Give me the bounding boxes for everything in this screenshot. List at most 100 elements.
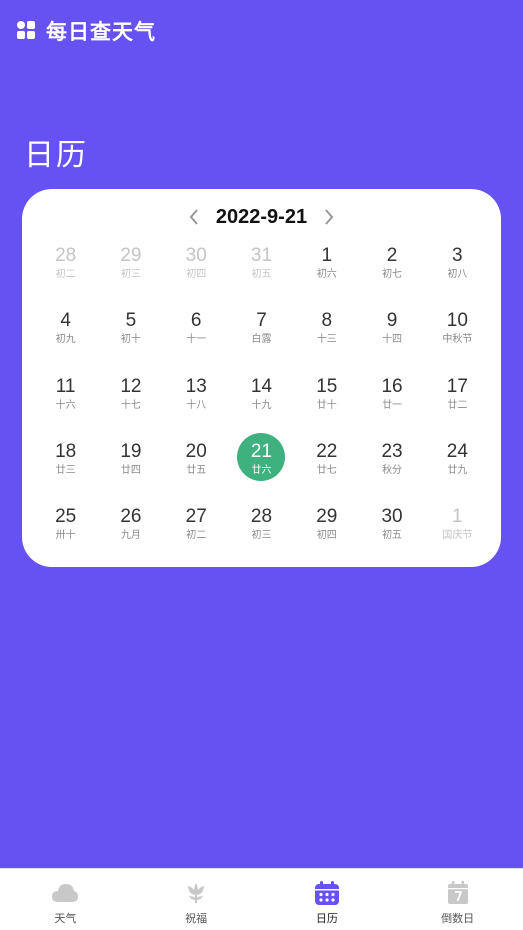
day-number: 28: [55, 245, 77, 266]
calendar-day[interactable]: 25 卅十: [33, 498, 98, 563]
calendar-day[interactable]: 22 廿七: [294, 433, 359, 498]
lunar-date: 九月: [120, 530, 141, 542]
lunar-date: 十三: [316, 334, 337, 346]
calendar-day[interactable]: 23 秋分: [359, 433, 424, 498]
tab-label: 日历: [315, 912, 338, 925]
calendar-day[interactable]: 17 廿二: [425, 368, 490, 433]
day-number: 10: [446, 310, 468, 332]
calendar-day[interactable]: 20 廿五: [164, 433, 229, 498]
lunar-date: 初九: [55, 334, 76, 346]
calendar-day[interactable]: 11 十六: [33, 368, 98, 433]
calendar-day[interactable]: 9 十四: [359, 302, 424, 367]
lunar-date: 中秋节: [442, 334, 473, 346]
calendar-day[interactable]: 29 初四: [294, 498, 359, 563]
calendar-card: 2022-9-21 28 初二 29 初三 30 初四 31 初五 1 初六 2 初七 3 初八 4 初九 5 初…: [22, 189, 501, 567]
calendar-day[interactable]: 28 初二: [33, 237, 98, 302]
calendar-day[interactable]: 24 廿九: [425, 433, 490, 498]
calendar-day[interactable]: 12 十七: [98, 368, 163, 433]
calendar-day[interactable]: 19 廿四: [98, 433, 163, 498]
tab-label: 天气: [54, 912, 77, 925]
lunar-date: 初三: [120, 269, 141, 280]
lunar-date: 初四: [186, 269, 207, 280]
lunar-date: 初七: [382, 269, 403, 280]
day-number: 23: [381, 440, 403, 462]
day-number: 3: [452, 245, 463, 266]
lunar-date: 廿五: [186, 464, 207, 476]
calendar-day[interactable]: 27 初二: [164, 498, 229, 563]
calendar-grid: 28 初二 29 初三 30 初四 31 初五 1 初六 2 初七 3 初八 4 初九 5 初十 6 十一 7 白露 8 十三…: [33, 237, 490, 563]
day-number: 20: [185, 440, 207, 462]
calendar-day[interactable]: 3 初八: [425, 237, 490, 302]
calendar-day[interactable]: 5 初十: [98, 302, 163, 367]
app-title: 每日查天气: [46, 20, 156, 44]
lunar-date: 初二: [55, 269, 76, 280]
calendar-day[interactable]: 31 初五: [229, 237, 294, 302]
prev-month-button[interactable]: [182, 205, 206, 229]
calendar-day[interactable]: 30 初五: [359, 498, 424, 563]
day-number: 25: [55, 506, 77, 528]
calendar-icon: [314, 880, 339, 905]
lunar-date: 十一: [186, 334, 207, 346]
calendar-day[interactable]: 7 白露: [229, 302, 294, 367]
calendar-day[interactable]: 1 国庆节: [425, 498, 490, 563]
day-number: 21: [250, 440, 273, 462]
calendar-day[interactable]: 29 初三: [98, 237, 163, 302]
day-number: 1: [452, 506, 463, 528]
apps-grid-icon[interactable]: [16, 20, 36, 40]
tab-countdown[interactable]: 倒数日: [392, 869, 523, 930]
lunar-date: 廿一: [382, 399, 403, 411]
chevron-right-icon: [325, 209, 334, 225]
calendar-day[interactable]: 8 十三: [294, 302, 359, 367]
day-number: 29: [120, 245, 142, 266]
lunar-date: 十六: [55, 399, 76, 411]
day-number: 14: [250, 375, 273, 397]
day-number: 1: [321, 245, 333, 266]
lunar-date: 初二: [186, 530, 207, 542]
day-number: 17: [446, 375, 468, 397]
calendar-day[interactable]: 30 初四: [164, 237, 229, 302]
day-number: 5: [125, 310, 137, 332]
calendar-day[interactable]: 1 初六: [294, 237, 359, 302]
day-number: 8: [321, 310, 333, 332]
lunar-date: 初三: [251, 530, 272, 542]
lunar-date: 初五: [251, 269, 272, 280]
day-number: 24: [446, 440, 468, 462]
calendar-day[interactable]: 14 十九: [229, 368, 294, 433]
day-number: 30: [185, 245, 207, 266]
calendar-day[interactable]: 10 中秋节: [425, 302, 490, 367]
calendar-day[interactable]: 26 九月: [98, 498, 163, 563]
lunar-date: 廿九: [447, 464, 468, 476]
day-number: 6: [190, 310, 202, 332]
lunar-date: 廿二: [447, 399, 468, 411]
calendar-day-selected[interactable]: 21 廿六: [229, 432, 294, 498]
lunar-date: 初十: [120, 334, 141, 346]
cloud-icon: [52, 884, 79, 902]
calendar-day[interactable]: 2 初七: [359, 237, 424, 302]
calendar-day[interactable]: 16 廿一: [359, 368, 424, 433]
tab-weather[interactable]: 天气: [0, 869, 131, 930]
calendar-day[interactable]: 18 廿三: [33, 433, 98, 498]
lunar-date: 廿三: [55, 464, 76, 476]
calendar-day[interactable]: 4 初九: [33, 302, 98, 367]
next-month-button[interactable]: [317, 205, 341, 229]
calendar-day[interactable]: 13 十八: [164, 368, 229, 433]
day-number: 9: [386, 310, 398, 332]
day-number: 27: [185, 506, 207, 528]
tab-calendar[interactable]: 日历: [262, 869, 393, 930]
calendar-day[interactable]: 15 廿十: [294, 368, 359, 433]
lunar-date: 秋分: [382, 464, 403, 476]
page-title: 日历: [24, 138, 88, 173]
lunar-date: 初六: [316, 269, 337, 280]
month-navigation: 2022-9-21: [22, 201, 501, 233]
lunar-date: 初五: [382, 530, 403, 542]
lunar-date: 廿十: [316, 399, 337, 411]
lunar-date: 初八: [447, 269, 468, 280]
day-number: 7: [256, 310, 267, 332]
day-number: 31: [250, 245, 273, 266]
calendar-day[interactable]: 6 十一: [164, 302, 229, 367]
lunar-date: 初四: [316, 530, 337, 542]
day-number: 12: [120, 375, 142, 397]
day-number: 4: [60, 310, 71, 332]
tab-blessing[interactable]: 祝福: [131, 869, 262, 930]
calendar-day[interactable]: 28 初三: [229, 498, 294, 563]
